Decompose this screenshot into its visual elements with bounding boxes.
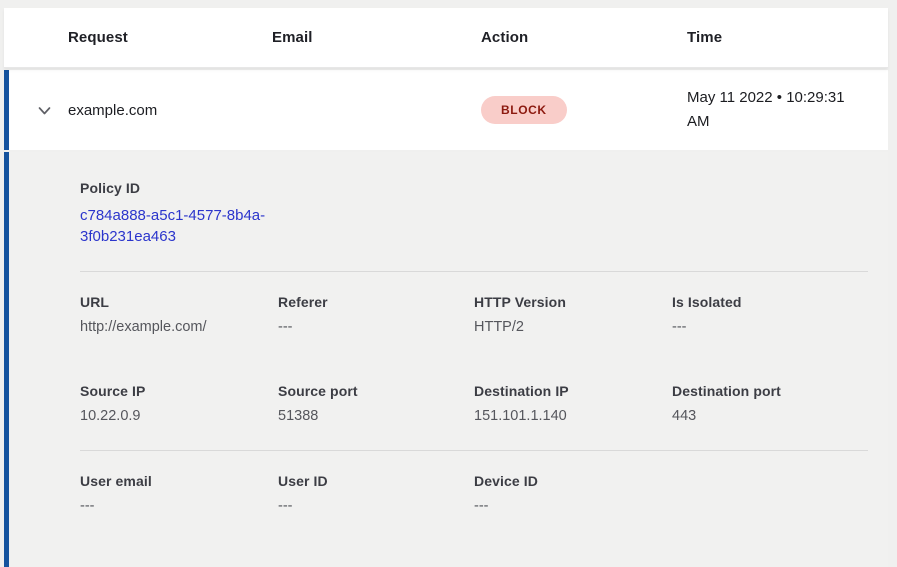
field-value: --- [672,319,868,335]
field-label: HTTP Version [474,294,672,310]
column-header-request: Request [68,29,272,46]
field-label: Destination IP [474,383,672,399]
field-value: --- [80,498,278,514]
field-label: Device ID [474,473,672,489]
detail-field-device-id: Device ID --- [474,473,672,514]
row-detail-panel: Policy ID c784a888-a5c1-4577-8b4a-3f0b23… [4,152,888,567]
field-value: 443 [672,408,868,424]
detail-field-user-id: User ID --- [278,473,474,514]
detail-field-source-ip: Source IP 10.22.0.9 [80,383,278,424]
chevron-down-icon [36,102,53,119]
row-action-cell: BLOCK [481,96,687,124]
detail-field-referer: Referer --- [278,294,474,335]
detail-field-destination-ip: Destination IP 151.101.1.140 [474,383,672,424]
field-label: Source port [278,383,474,399]
field-value: --- [278,498,474,514]
detail-row-user: User email --- User ID --- Device ID --- [80,451,868,540]
detail-field-source-port: Source port 51388 [278,383,474,424]
row-request-value: example.com [68,102,272,119]
column-header-action: Action [481,29,687,46]
field-label: Referer [278,294,474,310]
field-label: User email [80,473,278,489]
policy-id-label: Policy ID [80,180,868,196]
detail-field-empty [672,473,868,514]
field-label: Destination port [672,383,868,399]
table-row[interactable]: example.com BLOCK May 11 2022 • 10:29:31… [4,70,888,150]
detail-field-url: URL http://example.com/ [80,294,278,335]
column-header-time: Time [687,29,888,46]
field-label: URL [80,294,278,310]
detail-row-network: Source IP 10.22.0.9 Source port 51388 De… [80,361,868,450]
detail-field-http-version: HTTP Version HTTP/2 [474,294,672,335]
field-value: 10.22.0.9 [80,408,278,424]
field-value: --- [278,319,474,335]
field-label: User ID [278,473,474,489]
row-expand-toggle[interactable] [9,102,68,119]
row-time-value: May 11 2022 • 10:29:31 AM [687,86,872,134]
column-header-email: Email [272,29,481,46]
field-value: http://example.com/ [80,319,278,335]
log-card: Request Email Action Time example.com BL… [4,8,888,567]
field-label: Source IP [80,383,278,399]
detail-field-is-isolated: Is Isolated --- [672,294,868,335]
table-header: Request Email Action Time [4,8,888,68]
field-value: 151.101.1.140 [474,408,672,424]
field-value: 51388 [278,408,474,424]
detail-field-destination-port: Destination port 443 [672,383,868,424]
field-value: HTTP/2 [474,319,672,335]
policy-section: Policy ID c784a888-a5c1-4577-8b4a-3f0b23… [80,180,868,257]
policy-id-link[interactable]: c784a888-a5c1-4577-8b4a-3f0b231ea463 [80,205,280,247]
field-value: --- [474,498,672,514]
status-badge: BLOCK [481,96,567,124]
field-label: Is Isolated [672,294,868,310]
detail-row-http: URL http://example.com/ Referer --- HTTP… [80,272,868,361]
detail-field-user-email: User email --- [80,473,278,514]
